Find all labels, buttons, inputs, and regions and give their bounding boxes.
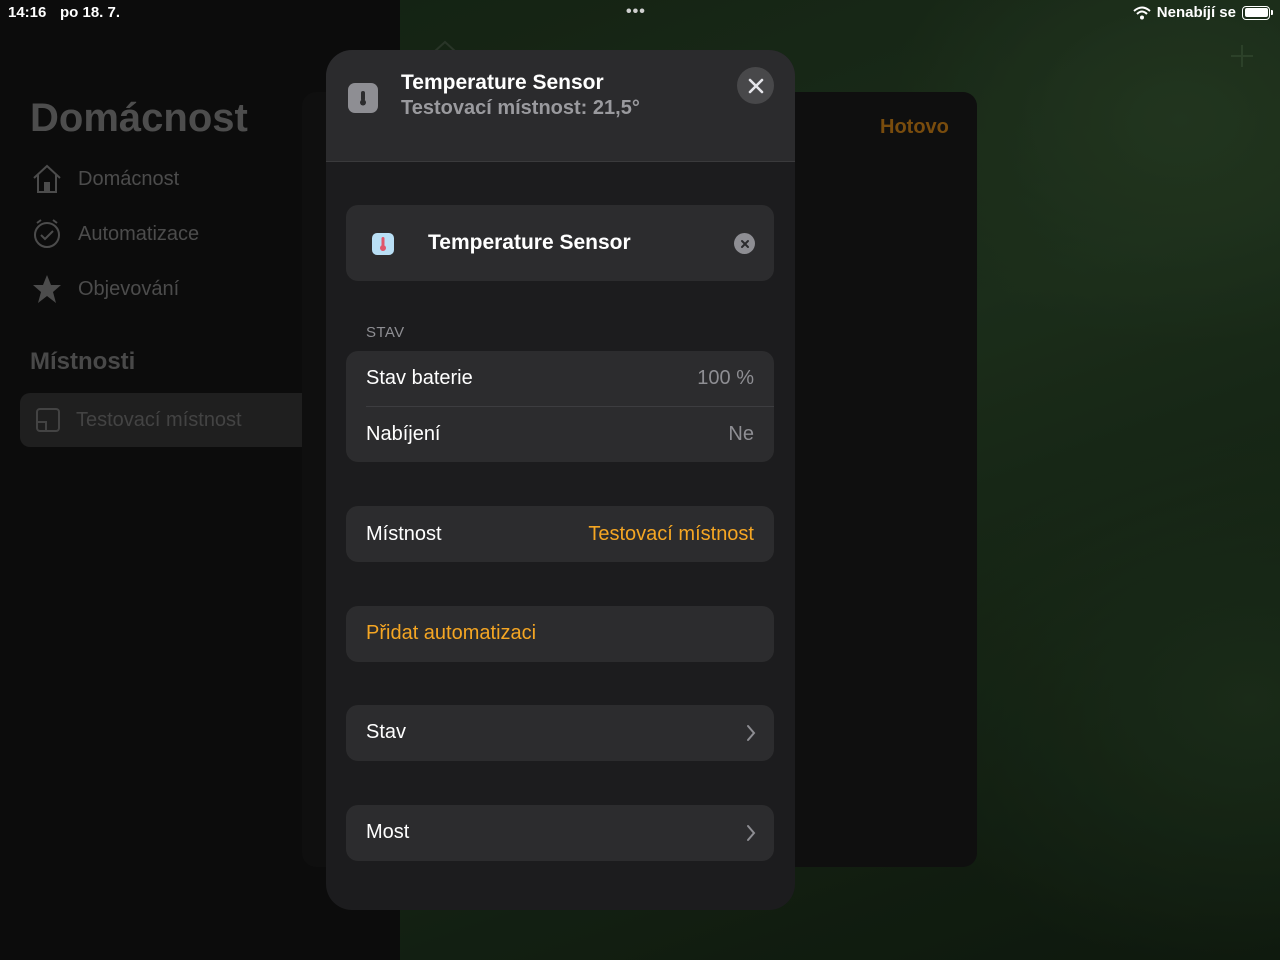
thermometer-icon <box>372 233 394 255</box>
battery-icon <box>1242 5 1273 20</box>
add-automation-label[interactable]: Přidat automatizaci <box>366 622 536 645</box>
accessory-name-card[interactable]: Temperature Sensor <box>346 205 774 281</box>
status-right: Nenabíjí se <box>1133 4 1273 21</box>
charging-status: Nenabíjí se <box>1156 4 1236 21</box>
modal-subtitle: Testovací místnost: 21,5° <box>401 97 640 119</box>
battery-row: Stav baterie 100 % <box>346 351 774 406</box>
row-label: Nabíjení <box>366 423 441 445</box>
add-automation-button[interactable]: Přidat automatizaci <box>346 606 774 662</box>
wifi-icon <box>1133 6 1151 19</box>
status-card: Stav baterie 100 % Nabíjení Ne <box>346 351 774 462</box>
status-group-header: STAV <box>366 324 405 341</box>
room-row-content: Místnost Testovací místnost <box>346 506 774 562</box>
close-icon <box>748 78 763 93</box>
accessory-detail-modal: Temperature Sensor Testovací místnost: 2… <box>326 50 795 910</box>
status-date: po 18. 7. <box>60 4 121 21</box>
row-value: Ne <box>728 423 754 445</box>
modal-header: Temperature Sensor Testovací místnost: 2… <box>326 50 795 162</box>
status-bar: 14:16 po 18. 7. ••• Nenabíjí se <box>0 0 1280 26</box>
modal-title: Temperature Sensor <box>401 71 604 94</box>
close-button[interactable] <box>737 67 774 104</box>
row-value: 100 % <box>697 367 754 389</box>
charging-row: Nabíjení Ne <box>346 407 774 462</box>
clear-icon <box>740 239 749 248</box>
sensor-icon <box>348 83 378 113</box>
room-row[interactable]: Místnost Testovací místnost <box>346 506 774 562</box>
row-label: Most <box>366 821 410 843</box>
row-label: Stav baterie <box>366 367 473 389</box>
row-label: Místnost <box>366 522 442 545</box>
multitasking-dots-icon[interactable]: ••• <box>626 4 646 20</box>
clear-name-button[interactable] <box>734 233 755 254</box>
bridge-nav-row[interactable]: Most <box>346 805 774 861</box>
chevron-right-icon <box>747 825 756 841</box>
status-nav-row[interactable]: Stav <box>346 705 774 761</box>
accessory-name-field[interactable]: Temperature Sensor <box>428 231 631 255</box>
row-label: Stav <box>366 721 407 743</box>
status-time: 14:16 <box>8 4 47 21</box>
room-value[interactable]: Testovací místnost <box>588 523 754 546</box>
chevron-right-icon <box>747 725 756 741</box>
